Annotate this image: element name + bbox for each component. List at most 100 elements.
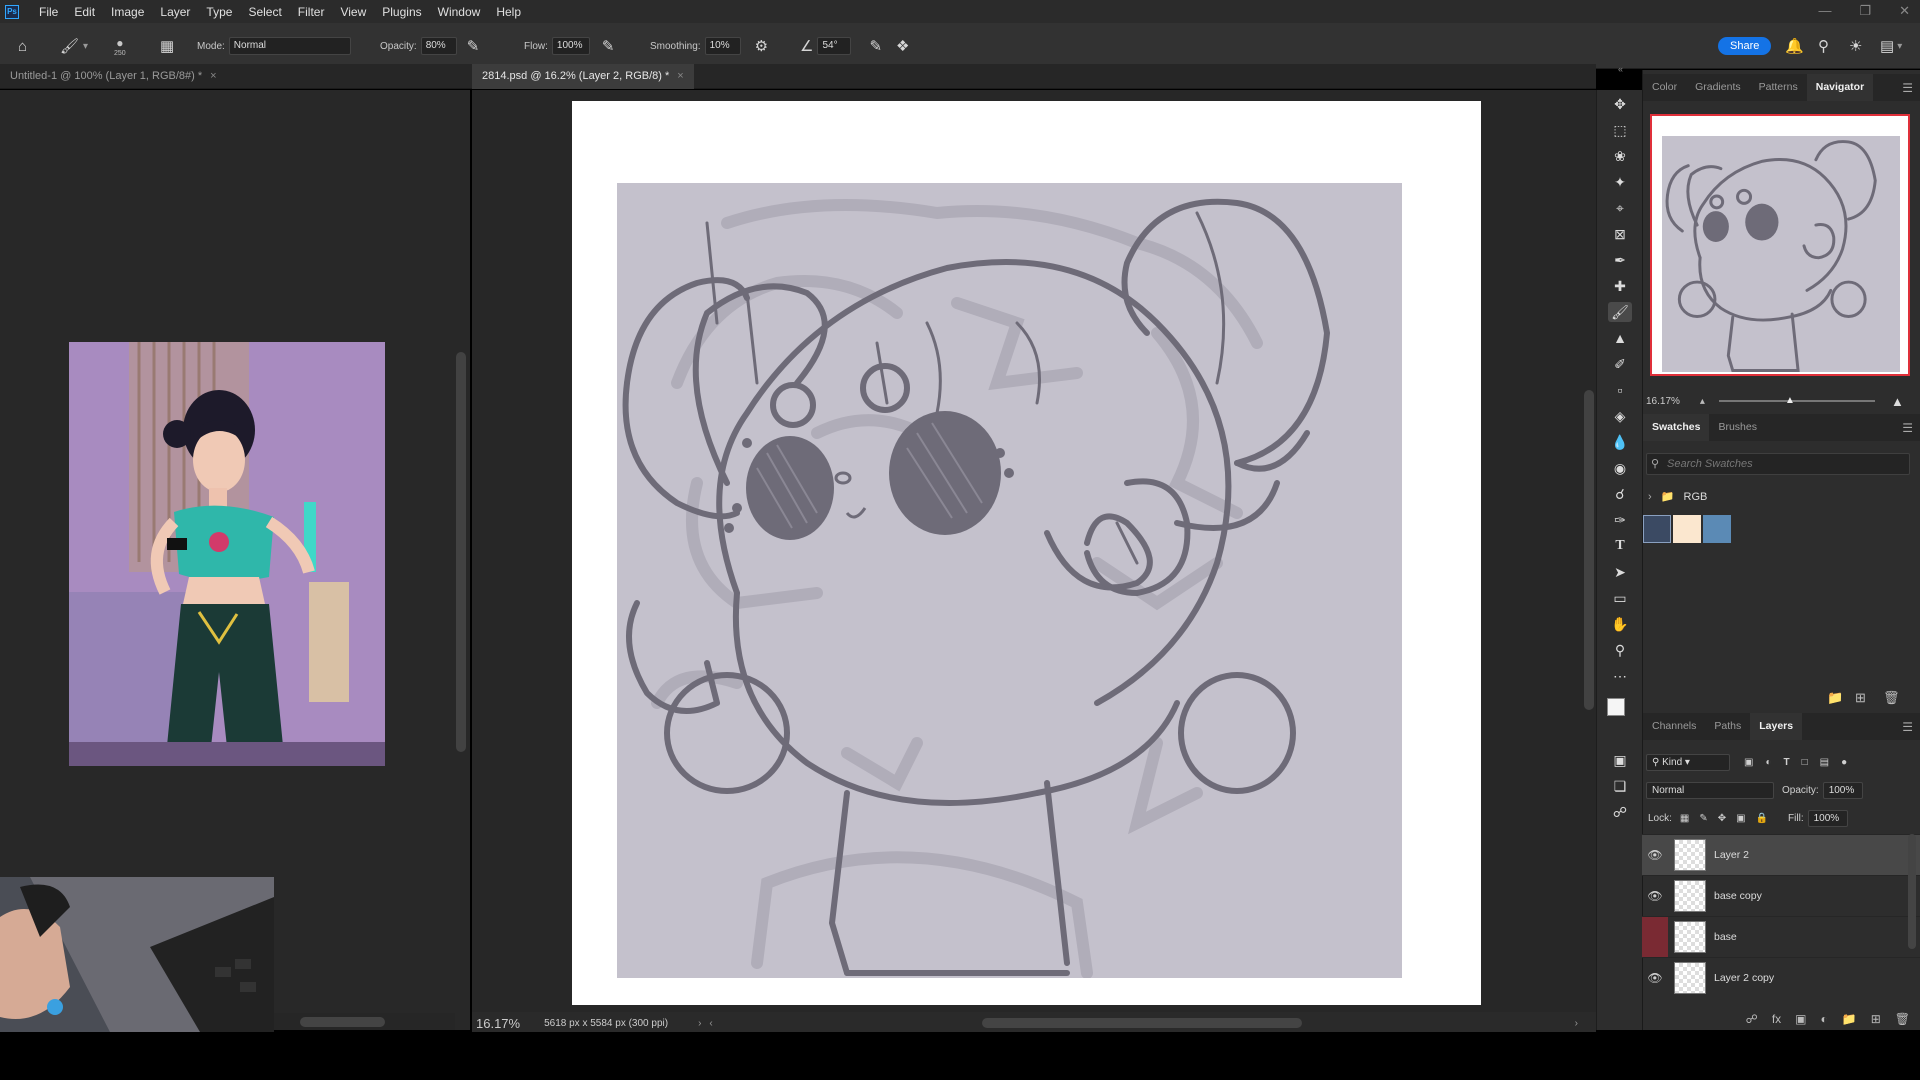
- slider-thumb[interactable]: ▲: [1785, 395, 1795, 406]
- tab-brushes[interactable]: Brushes: [1709, 414, 1766, 441]
- new-swatch-icon[interactable]: ⊞: [1855, 690, 1866, 706]
- collapse-panels-icon[interactable]: «: [1618, 64, 1623, 74]
- menu-help[interactable]: Help: [488, 5, 529, 19]
- workspace-icon[interactable]: ▤: [1880, 37, 1894, 55]
- chevron-left-icon[interactable]: ‹: [709, 1018, 712, 1029]
- new-layer-icon[interactable]: ⊞: [1871, 1012, 1881, 1026]
- panel-menu-icon[interactable]: ☰: [1902, 720, 1913, 734]
- paint-bucket-tool-icon[interactable]: ◈: [1608, 406, 1632, 426]
- close-tab-icon[interactable]: ×: [210, 70, 216, 82]
- angle-field[interactable]: 54°: [817, 37, 852, 55]
- navigator-zoom-value[interactable]: 16.17%: [1646, 396, 1680, 407]
- layer-style-icon[interactable]: fx: [1772, 1012, 1781, 1026]
- eye-icon[interactable]: 👁: [1642, 971, 1668, 985]
- zoom-lens-tool-icon[interactable]: ☌: [1608, 484, 1632, 504]
- swatch-search-input[interactable]: Search Swatches: [1646, 453, 1910, 475]
- lock-position-icon[interactable]: ✥: [1718, 813, 1726, 824]
- share-button[interactable]: Share: [1718, 37, 1772, 55]
- menu-file[interactable]: File: [31, 5, 66, 19]
- close-tab-icon[interactable]: ×: [677, 70, 683, 82]
- menu-filter[interactable]: Filter: [290, 5, 333, 19]
- layer-row[interactable]: base: [1642, 916, 1920, 958]
- screen-mode-icon[interactable]: ❏: [1608, 776, 1632, 796]
- layer-fill-field[interactable]: 100%: [1807, 809, 1848, 827]
- filter-type-icon[interactable]: T: [1784, 757, 1790, 768]
- healing-brush-tool-icon[interactable]: ✚: [1608, 276, 1632, 296]
- search-icon[interactable]: ⚲: [1818, 37, 1829, 55]
- share-tools-icon[interactable]: ☍: [1608, 802, 1632, 822]
- marquee-tool-icon[interactable]: ⬚: [1608, 120, 1632, 140]
- bell-icon[interactable]: 🔔: [1785, 37, 1804, 55]
- symmetry-icon[interactable]: ❖: [896, 37, 909, 55]
- panel-menu-icon[interactable]: ☰: [1902, 421, 1913, 435]
- zoom-in-icon[interactable]: ▲: [1891, 394, 1904, 409]
- restore-icon[interactable]: ❐: [1859, 0, 1871, 22]
- chevron-right-icon[interactable]: ›: [698, 1018, 701, 1029]
- gear-icon[interactable]: ⚙: [755, 37, 768, 55]
- menu-image[interactable]: Image: [103, 5, 152, 19]
- hand-tool-icon[interactable]: ✋: [1608, 614, 1632, 634]
- type-tool-icon[interactable]: T: [1608, 536, 1632, 556]
- document-info[interactable]: 5618 px x 5584 px (300 ppi): [544, 1018, 668, 1029]
- chevron-right-icon[interactable]: ›: [1648, 491, 1652, 503]
- scrollbar-thumb[interactable]: [456, 352, 466, 752]
- filter-smart-object-icon[interactable]: ▤: [1820, 757, 1829, 768]
- menu-edit[interactable]: Edit: [66, 5, 103, 19]
- scrollbar-thumb[interactable]: [300, 1017, 385, 1027]
- adjustment-layer-icon[interactable]: ◐: [1821, 1012, 1828, 1026]
- filter-shape-icon[interactable]: □: [1802, 757, 1808, 768]
- eye-icon[interactable]: 👁: [1642, 889, 1668, 903]
- lock-artboard-icon[interactable]: ▣: [1736, 813, 1745, 824]
- eye-hidden-icon[interactable]: [1642, 916, 1668, 958]
- pressure-opacity-icon[interactable]: ✎: [467, 37, 480, 55]
- navigator-zoom-slider[interactable]: ▲: [1718, 395, 1875, 406]
- smoothing-field[interactable]: 10%: [704, 37, 741, 55]
- panel-menu-icon[interactable]: ☰: [1902, 81, 1913, 95]
- main-horizontal-scrollbar-thumb[interactable]: [982, 1018, 1302, 1028]
- filter-toggle-icon[interactable]: ●: [1841, 757, 1847, 768]
- pressure-size-icon[interactable]: ✎: [869, 37, 882, 55]
- tab-color[interactable]: Color: [1643, 74, 1686, 101]
- pen-tool-icon[interactable]: ✑: [1608, 510, 1632, 530]
- menu-view[interactable]: View: [332, 5, 374, 19]
- lasso-tool-icon[interactable]: ❀: [1608, 146, 1632, 166]
- main-vertical-scrollbar[interactable]: [1582, 90, 1596, 1012]
- brush-settings-button[interactable]: ▦: [160, 23, 174, 69]
- delete-swatch-icon[interactable]: 🗑: [1883, 690, 1900, 706]
- brush-size-picker[interactable]: ● 250: [114, 23, 126, 69]
- tab-untitled-1[interactable]: Untitled-1 @ 100% (Layer 1, RGB/8#) * ×: [0, 64, 227, 89]
- menu-window[interactable]: Window: [430, 5, 489, 19]
- flow-field[interactable]: 100%: [551, 37, 590, 55]
- more-tools-icon[interactable]: ⋯: [1608, 666, 1632, 686]
- eraser-tool-icon[interactable]: ▫: [1608, 380, 1632, 400]
- mode-select[interactable]: Normal: [228, 37, 351, 55]
- close-icon[interactable]: ✕: [1899, 0, 1910, 22]
- left-vertical-scrollbar[interactable]: [454, 90, 468, 1010]
- path-selection-tool-icon[interactable]: ➤: [1608, 562, 1632, 582]
- lock-all-icon[interactable]: 🔒: [1756, 813, 1768, 824]
- zoom-level[interactable]: 16.17%: [472, 1016, 526, 1031]
- swatch-color-2[interactable]: [1673, 515, 1701, 543]
- minimize-icon[interactable]: —: [1818, 0, 1831, 22]
- history-brush-tool-icon[interactable]: ✐: [1608, 354, 1632, 374]
- navigator-preview[interactable]: [1650, 114, 1910, 376]
- layer-row[interactable]: 👁 Layer 2: [1642, 834, 1920, 875]
- zoom-out-icon[interactable]: ▴: [1700, 396, 1705, 407]
- stamp-tool-icon[interactable]: ▲: [1608, 328, 1632, 348]
- lock-transparency-icon[interactable]: ▦: [1680, 813, 1689, 824]
- swatch-group-rgb[interactable]: › 📁 RGB: [1648, 490, 1707, 503]
- sketch-artwork[interactable]: [617, 183, 1402, 978]
- menu-plugins[interactable]: Plugins: [374, 5, 429, 19]
- crop-tool-icon[interactable]: ⌖: [1608, 198, 1632, 218]
- tab-patterns[interactable]: Patterns: [1750, 74, 1807, 101]
- lock-image-icon[interactable]: ✎: [1699, 813, 1707, 824]
- menu-layer[interactable]: Layer: [152, 5, 198, 19]
- zoom-tool-icon[interactable]: ⚲: [1608, 640, 1632, 660]
- tab-navigator[interactable]: Navigator: [1806, 74, 1874, 101]
- layer-row[interactable]: 👁 Layer 2 copy: [1642, 957, 1920, 998]
- opacity-field[interactable]: 80%: [420, 37, 457, 55]
- frame-tool-icon[interactable]: ⊠: [1608, 224, 1632, 244]
- menu-select[interactable]: Select: [240, 5, 289, 19]
- menu-type[interactable]: Type: [198, 5, 240, 19]
- quick-mask-icon[interactable]: ▣: [1608, 750, 1632, 770]
